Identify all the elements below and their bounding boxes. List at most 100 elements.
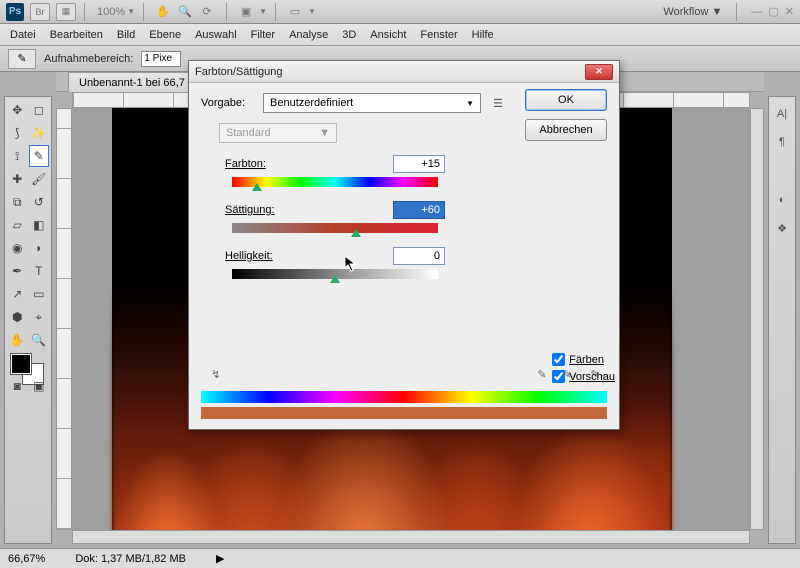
lasso-tool[interactable]: ⟆ [7, 122, 28, 144]
type-panel-icon[interactable]: A| [773, 105, 791, 123]
wand-tool[interactable]: ✨ [29, 122, 50, 144]
ruler-vertical[interactable] [56, 108, 72, 530]
lightness-input[interactable] [393, 247, 445, 265]
menu-fenster[interactable]: Fenster [420, 29, 457, 41]
status-arrow-icon[interactable]: ▶ [216, 552, 224, 565]
screenmode-icon[interactable]: ▭ [287, 4, 303, 20]
menu-3d[interactable]: 3D [342, 29, 356, 41]
lightness-slider-group: Helligkeit: [225, 247, 445, 279]
hue-slider[interactable] [232, 177, 438, 187]
bridge-button[interactable]: Br [30, 3, 50, 21]
saturation-label: Sättigung: [225, 204, 275, 216]
spectrum-strip-bottom [201, 407, 607, 419]
menu-datei[interactable]: Datei [10, 29, 36, 41]
3d-tool[interactable]: ⬢ [7, 306, 28, 328]
move-tool[interactable]: ✥ [7, 99, 28, 121]
maximize-button[interactable]: ▢ [768, 5, 778, 18]
marquee-tool[interactable]: ◻ [29, 99, 50, 121]
rotate-icon[interactable]: ⟳ [199, 4, 215, 20]
screenmode-tool[interactable]: ▣ [29, 375, 50, 397]
blur-tool[interactable]: ◉ [7, 237, 28, 259]
hue-input[interactable] [393, 155, 445, 173]
menu-ebene[interactable]: Ebene [149, 29, 181, 41]
zoom-tool[interactable]: 🔍 [29, 329, 50, 351]
app-titlebar: Ps Br ▦ 100% ▼ ✋ 🔍 ⟳ ▣▼ ▭▼ Workflow ▼ — … [0, 0, 800, 24]
arrange-icon[interactable]: ▣ [238, 4, 254, 20]
chevron-down-icon: ▼ [466, 99, 474, 108]
document-tab[interactable]: Unbenannt-1 bei 66,7 [68, 72, 196, 92]
hue-saturation-dialog: Farbton/Sättigung ✕ Vorgabe: Benutzerdef… [188, 60, 620, 430]
dialog-title: Farbton/Sättigung [195, 66, 585, 78]
eyedropper-icon[interactable]: ✎ [533, 365, 551, 383]
layers-panel-icon[interactable]: ❖ [773, 219, 791, 237]
workspace-switcher[interactable]: Workflow ▼ [663, 6, 722, 18]
minibridge-button[interactable]: ▦ [56, 3, 76, 21]
ok-button[interactable]: OK [525, 89, 607, 111]
channel-select[interactable]: Standard▼ [219, 123, 337, 143]
menu-auswahl[interactable]: Auswahl [195, 29, 237, 41]
slider-thumb[interactable] [351, 229, 361, 237]
toolbox: ✥ ◻ ⟆ ✨ ⟟ ✎ ✚ 🖌 ⧉ ↺ ▱ ◧ ◉ ◗ ✒ T ↗ ▭ ⬢ ⌖ … [4, 96, 52, 544]
menu-ansicht[interactable]: Ansicht [370, 29, 406, 41]
lightness-label: Helligkeit: [225, 250, 273, 262]
minimize-button[interactable]: — [751, 6, 762, 18]
right-panel: A| ¶ ◐ ❖ [768, 96, 796, 544]
sample-size-input[interactable] [141, 51, 181, 67]
menu-hilfe[interactable]: Hilfe [472, 29, 494, 41]
dodge-tool[interactable]: ◗ [29, 237, 50, 259]
cancel-button[interactable]: Abbrechen [525, 119, 607, 141]
menu-bild[interactable]: Bild [117, 29, 135, 41]
scrollbar-horizontal[interactable] [72, 530, 750, 544]
quickmask-tool[interactable]: ◙ [7, 375, 28, 397]
crop-tool[interactable]: ⟟ [7, 145, 28, 167]
menu-analyse[interactable]: Analyse [289, 29, 328, 41]
dialog-titlebar[interactable]: Farbton/Sättigung ✕ [189, 61, 619, 83]
slider-thumb[interactable] [330, 275, 340, 283]
eyedropper-tool[interactable]: ✎ [29, 145, 50, 167]
hue-label: Farbton: [225, 158, 266, 170]
tool-preset-icon[interactable]: ✎ [8, 49, 36, 69]
colorize-checkbox[interactable]: Färben [552, 353, 615, 366]
paragraph-panel-icon[interactable]: ¶ [773, 133, 791, 151]
saturation-slider[interactable] [232, 223, 438, 233]
preview-checkbox[interactable]: Vorschau [552, 370, 615, 383]
shape-tool[interactable]: ▭ [29, 283, 50, 305]
status-docinfo[interactable]: Dok: 1,37 MB/1,82 MB [75, 553, 186, 565]
status-bar: 66,67% Dok: 1,37 MB/1,82 MB ▶ [0, 548, 800, 568]
3d-cam-tool[interactable]: ⌖ [29, 306, 50, 328]
preset-label: Vorgabe: [201, 97, 255, 109]
saturation-input[interactable] [393, 201, 445, 219]
preset-select[interactable]: Benutzerdefiniert▼ [263, 93, 481, 113]
hand-icon[interactable]: ✋ [155, 4, 171, 20]
scrollbar-vertical[interactable] [750, 108, 764, 530]
zoom-level[interactable]: 100% [97, 6, 125, 18]
lightness-slider[interactable] [232, 269, 438, 279]
saturation-slider-group: Sättigung: [225, 201, 445, 233]
close-button[interactable]: ✕ [785, 5, 794, 18]
app-icon: Ps [6, 3, 24, 21]
history-tool[interactable]: ↺ [29, 191, 50, 213]
menu-filter[interactable]: Filter [251, 29, 275, 41]
status-zoom[interactable]: 66,67% [8, 553, 45, 565]
menu-bearbeiten[interactable]: Bearbeiten [50, 29, 103, 41]
spectrum-strip-top [201, 391, 607, 403]
sample-size-label: Aufnahmebereich: [44, 53, 133, 65]
pen-tool[interactable]: ✒ [7, 260, 28, 282]
path-tool[interactable]: ↗ [7, 283, 28, 305]
slider-thumb[interactable] [252, 183, 262, 191]
eraser-tool[interactable]: ▱ [7, 214, 28, 236]
zoom-icon[interactable]: 🔍 [177, 4, 193, 20]
adjustments-panel-icon[interactable]: ◐ [773, 191, 791, 209]
brush-tool[interactable]: 🖌 [29, 168, 50, 190]
preset-menu-button[interactable]: ☰ [489, 94, 507, 112]
range-tool-icon[interactable]: ↯ [207, 365, 225, 383]
stamp-tool[interactable]: ⧉ [7, 191, 28, 213]
heal-tool[interactable]: ✚ [7, 168, 28, 190]
type-tool[interactable]: T [29, 260, 50, 282]
hand-tool[interactable]: ✋ [7, 329, 28, 351]
hue-slider-group: Farbton: [225, 155, 445, 187]
foreground-color[interactable] [11, 354, 31, 374]
dialog-close-button[interactable]: ✕ [585, 64, 613, 80]
gradient-tool[interactable]: ◧ [29, 214, 50, 236]
chevron-down-icon[interactable]: ▼ [127, 7, 135, 16]
